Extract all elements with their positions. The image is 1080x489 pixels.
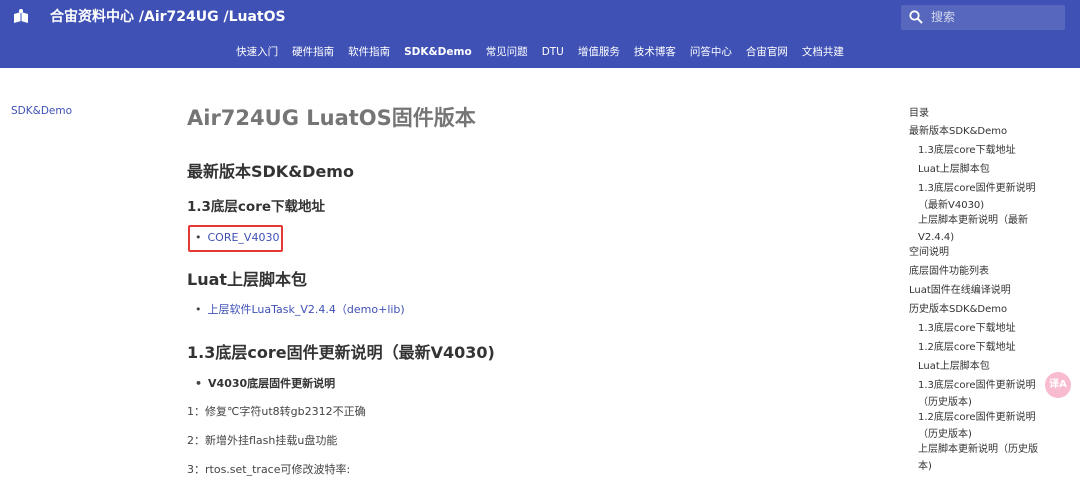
bullet-dot: •: [195, 303, 202, 316]
nav-item[interactable]: 快速入门: [229, 44, 285, 60]
site-title[interactable]: 合宙资料中心 /Air724UG /LuatOS: [50, 7, 286, 27]
toc-item[interactable]: 空间说明: [909, 244, 1059, 261]
nav-item[interactable]: 问答中心: [683, 44, 739, 60]
toc-item[interactable]: 最新版本SDK&Demo: [909, 123, 1059, 140]
top-nav: 快速入门 硬件指南 软件指南 SDK&Demo 常见问题 DTU 增值服务 技术博客 问答中心合…: [0, 44, 1080, 60]
nav-item[interactable]: 文档共建: [795, 44, 851, 60]
paragraph-item-3: 3：rtos.set_trace可修改波特率:: [187, 463, 351, 476]
top-header: 合宙资料中心 /Air724UG /LuatOS 快速入门硬件指南软件指南SDK…: [0, 0, 1080, 68]
nav-item[interactable]: 增值服务: [571, 44, 627, 60]
nav-item[interactable]: 技术博客: [627, 44, 683, 60]
search-input[interactable]: [931, 7, 1059, 27]
nav-item[interactable]: SDK&Demo: [397, 44, 479, 60]
update-notes-heading: 1.3底层core固件更新说明（最新V4030): [187, 343, 495, 362]
luatask-download-link[interactable]: 上层软件LuaTask_V2.4.4（demo+lib): [208, 303, 405, 316]
search-box[interactable]: [901, 5, 1065, 30]
update-bullet-text: V4030底层固件更新说明: [208, 377, 336, 390]
toc-title: 目录: [909, 108, 929, 119]
paragraph-item-1: 1：修复℃字符ut8转gb2312不正确: [187, 405, 366, 418]
nav-item[interactable]: DTU: [535, 44, 571, 60]
toc-item[interactable]: Luat上层脚本包: [918, 161, 1051, 178]
list-item: • 上层软件LuaTask_V2.4.4（demo+lib): [195, 301, 405, 319]
toc-item[interactable]: 底层固件功能列表: [909, 263, 1059, 280]
toc-item[interactable]: 1.2底层core固件更新说明（历史版本): [918, 409, 1051, 443]
toc-item[interactable]: 1.3底层core下载地址: [918, 320, 1051, 337]
nav-item[interactable]: 软件指南: [341, 44, 397, 60]
page-title: Air724UG LuatOS固件版本: [187, 106, 476, 130]
toc-item[interactable]: 1.3底层core固件更新说明（历史版本): [918, 377, 1051, 411]
toc-item[interactable]: 1.3底层core固件更新说明（最新V4030): [918, 180, 1051, 214]
core-download-link[interactable]: CORE_V4030: [208, 231, 280, 244]
toc-item[interactable]: 历史版本SDK&Demo: [909, 301, 1059, 318]
nav-item[interactable]: 硬件指南: [285, 44, 341, 60]
toc-item[interactable]: 1.2底层core下载地址: [918, 339, 1051, 356]
translate-icon[interactable]: 译A: [1045, 372, 1071, 398]
section-latest-heading: 最新版本SDK&Demo: [187, 162, 354, 181]
list-item: • CORE_V4030: [195, 229, 279, 247]
bullet-dot: •: [195, 377, 203, 390]
search-icon: [909, 10, 923, 24]
toc-item[interactable]: 上层脚本更新说明（历史版本): [918, 441, 1051, 475]
nav-item[interactable]: 合宙官网: [739, 44, 795, 60]
paragraph-item-2: 2：新增外挂flash挂载u盘功能: [187, 434, 338, 447]
book-logo-icon[interactable]: [12, 8, 30, 26]
core-download-heading: 1.3底层core下载地址: [187, 199, 326, 215]
sidebar-link-sdk-demo[interactable]: SDK&Demo: [11, 105, 72, 117]
toc-item[interactable]: 上层脚本更新说明（最新V2.4.4): [918, 212, 1051, 246]
toc-item[interactable]: 1.3底层core下载地址: [918, 142, 1051, 159]
toc-item[interactable]: Luat上层脚本包: [918, 358, 1051, 375]
bullet-dot: •: [195, 231, 202, 244]
list-item: • V4030底层固件更新说明: [195, 375, 335, 393]
luat-package-heading: Luat上层脚本包: [187, 270, 308, 289]
toc-item[interactable]: Luat固件在线编译说明: [909, 282, 1059, 299]
nav-item[interactable]: 常见问题: [479, 44, 535, 60]
